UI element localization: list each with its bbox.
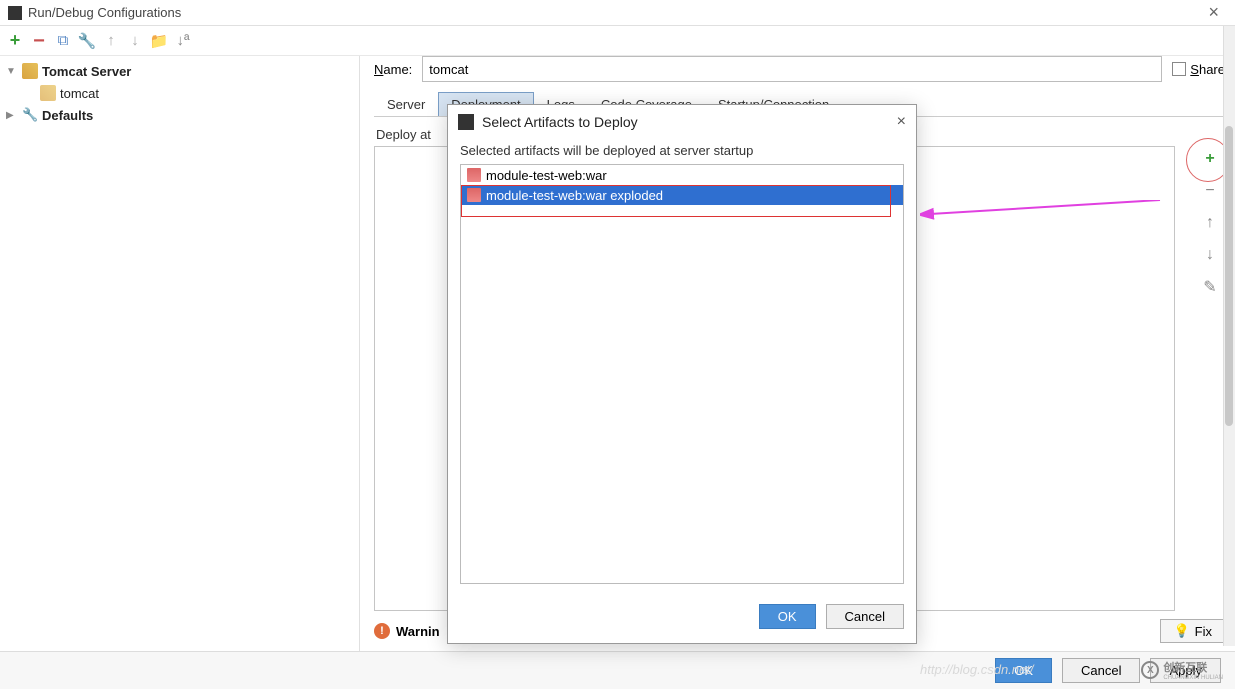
move-up-icon[interactable]: ↑ <box>102 32 120 50</box>
dialog-hint: Selected artifacts will be deployed at s… <box>448 139 916 164</box>
move-down-icon[interactable]: ↓ <box>126 32 144 50</box>
watermark-sub: CHUANGXIN HULIAN <box>1163 675 1223 681</box>
remove-config-icon[interactable]: − <box>30 32 48 50</box>
chevron-right-icon[interactable]: ▶ <box>6 110 18 121</box>
name-label: Name: <box>374 62 412 77</box>
copy-config-icon[interactable]: ⧉ <box>54 32 72 50</box>
dialog-button-bar: OK Cancel Apply <box>0 651 1235 689</box>
artifact-label: module-test-web:war <box>486 168 607 183</box>
edit-artifact-icon[interactable]: ✎ <box>1199 276 1221 298</box>
checkbox-icon[interactable] <box>1172 62 1186 76</box>
dialog-title: Select Artifacts to Deploy <box>482 114 638 130</box>
tab-server[interactable]: Server <box>374 92 438 116</box>
artifact-up-icon[interactable]: ↑ <box>1199 212 1221 234</box>
add-artifact-icon[interactable]: + <box>1199 148 1221 170</box>
deploy-side-toolbar: + − ↑ ↓ ✎ <box>1199 148 1221 298</box>
window-close-icon[interactable]: × <box>1200 2 1227 23</box>
window-titlebar: Run/Debug Configurations × <box>0 0 1235 26</box>
config-tree[interactable]: ▼ Tomcat Server tomcat ▶ 🔧 Defaults <box>0 56 360 651</box>
share-checkbox[interactable]: Share <box>1172 62 1225 77</box>
sort-icon[interactable]: ↓ª <box>174 32 192 50</box>
artifact-label: module-test-web:war exploded <box>486 188 663 203</box>
select-artifacts-dialog: Select Artifacts to Deploy × Selected ar… <box>447 104 917 644</box>
tree-item-tomcat[interactable]: tomcat <box>0 82 359 104</box>
tomcat-icon <box>22 63 38 79</box>
config-toolbar: + − ⧉ 🔧 ↑ ↓ 📁 ↓ª <box>0 26 1235 56</box>
add-config-icon[interactable]: + <box>6 32 24 50</box>
artifact-list[interactable]: module-test-web:war module-test-web:war … <box>460 164 904 584</box>
scrollbar-thumb[interactable] <box>1225 126 1233 426</box>
warning-label: Warnin <box>396 624 440 639</box>
tree-label: Defaults <box>42 108 93 123</box>
fix-button[interactable]: 💡 Fix <box>1160 619 1225 643</box>
dialog-icon <box>458 114 474 130</box>
fix-label: Fix <box>1195 624 1212 639</box>
wrench-icon: 🔧 <box>22 107 38 123</box>
window-title: Run/Debug Configurations <box>28 5 181 20</box>
artifact-icon <box>467 188 481 202</box>
app-icon <box>8 6 22 20</box>
warning-icon: ! <box>374 623 390 639</box>
bulb-icon: 💡 <box>1173 623 1189 639</box>
tree-item-tomcat-server[interactable]: ▼ Tomcat Server <box>0 60 359 82</box>
dialog-ok-button[interactable]: OK <box>759 604 816 629</box>
dialog-cancel-button[interactable]: Cancel <box>826 604 904 629</box>
watermark-logo-icon: X <box>1141 661 1159 679</box>
cancel-button[interactable]: Cancel <box>1062 658 1140 683</box>
settings-icon[interactable]: 🔧 <box>78 32 96 50</box>
ghost-url: http://blog.csdn.net/ <box>920 662 1033 677</box>
tree-label: Tomcat Server <box>42 64 131 79</box>
list-item[interactable]: module-test-web:war <box>461 165 903 185</box>
name-input[interactable] <box>422 56 1162 82</box>
list-item[interactable]: module-test-web:war exploded <box>461 185 903 205</box>
artifact-down-icon[interactable]: ↓ <box>1199 244 1221 266</box>
dialog-close-icon[interactable]: × <box>897 113 906 131</box>
share-label: Share <box>1190 62 1225 77</box>
tree-label: tomcat <box>60 86 99 101</box>
tomcat-icon <box>40 85 56 101</box>
watermark-brand: 创新互联 <box>1163 659 1223 675</box>
remove-artifact-icon[interactable]: − <box>1199 180 1221 202</box>
chevron-down-icon[interactable]: ▼ <box>6 66 18 77</box>
artifact-icon <box>467 168 481 182</box>
watermark: X 创新互联 CHUANGXIN HULIAN <box>1141 659 1223 681</box>
scrollbar[interactable] <box>1223 26 1235 646</box>
folder-icon[interactable]: 📁 <box>150 32 168 50</box>
tree-item-defaults[interactable]: ▶ 🔧 Defaults <box>0 104 359 126</box>
